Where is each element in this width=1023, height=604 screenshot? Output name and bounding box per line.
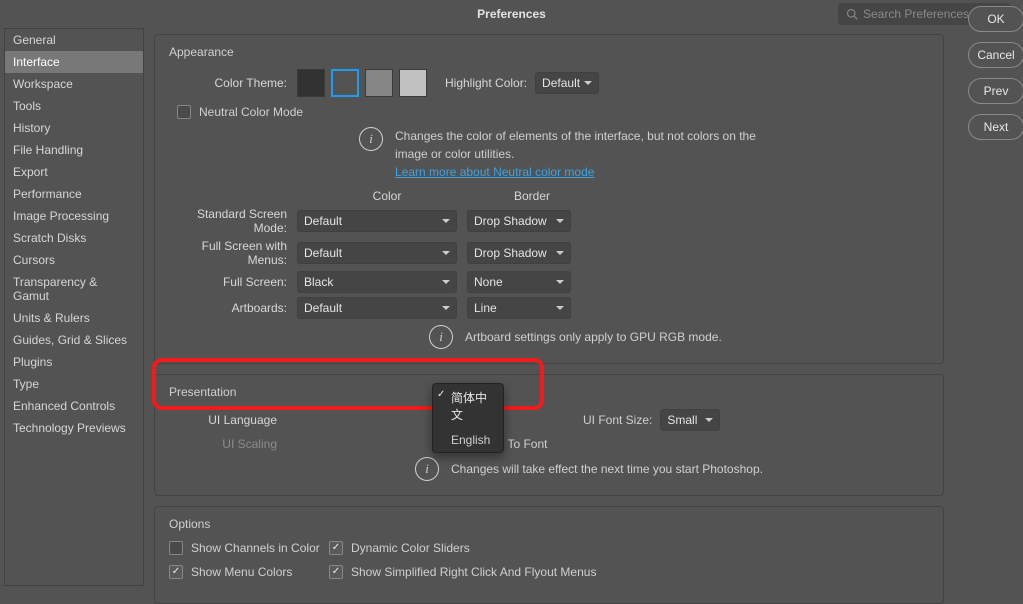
ui-language-option-en[interactable]: English bbox=[433, 428, 503, 452]
ui-language-dropdown-menu: 简体中文 English bbox=[432, 383, 504, 453]
column-header-color: Color bbox=[307, 189, 467, 203]
info-icon: i bbox=[415, 457, 439, 481]
next-button[interactable]: Next bbox=[968, 114, 1023, 140]
sidebar-item-export[interactable]: Export bbox=[5, 161, 143, 183]
show-channels-checkbox[interactable] bbox=[169, 541, 183, 555]
full-screen-label: Full Screen: bbox=[169, 275, 297, 289]
presentation-title: Presentation bbox=[169, 385, 929, 399]
sidebar-item-units-rulers[interactable]: Units & Rulers bbox=[5, 307, 143, 329]
restart-note: Changes will take effect the next time y… bbox=[451, 462, 763, 476]
preferences-sidebar: General Interface Workspace Tools Histor… bbox=[4, 28, 144, 586]
full-screen-menus-border-select[interactable]: Drop Shadow bbox=[467, 242, 571, 264]
window-title: Preferences bbox=[477, 7, 546, 21]
highlight-color-label: Highlight Color: bbox=[445, 76, 527, 90]
ok-button[interactable]: OK bbox=[968, 6, 1023, 32]
standard-screen-mode-label: Standard Screen Mode: bbox=[169, 207, 297, 235]
dialog-buttons: OK Cancel Prev Next bbox=[968, 0, 1023, 140]
sidebar-item-guides-grid-slices[interactable]: Guides, Grid & Slices bbox=[5, 329, 143, 351]
color-theme-swatches bbox=[297, 69, 427, 97]
search-icon bbox=[846, 8, 858, 20]
sidebar-item-performance[interactable]: Performance bbox=[5, 183, 143, 205]
theme-swatch-darkest[interactable] bbox=[297, 69, 325, 97]
show-menu-colors-label: Show Menu Colors bbox=[191, 565, 292, 579]
full-screen-menus-color-select[interactable]: Default bbox=[297, 242, 457, 264]
sidebar-item-type[interactable]: Type bbox=[5, 373, 143, 395]
sidebar-item-general[interactable]: General bbox=[5, 29, 143, 51]
color-theme-label: Color Theme: bbox=[169, 76, 297, 90]
artboards-border-select[interactable]: Line bbox=[467, 297, 571, 319]
ui-font-size-select[interactable]: Small bbox=[660, 409, 720, 431]
theme-swatch-medium[interactable] bbox=[365, 69, 393, 97]
ui-font-size-label: UI Font Size: bbox=[583, 413, 652, 427]
info-icon: i bbox=[429, 325, 453, 349]
titlebar: Preferences bbox=[0, 0, 1023, 28]
neutral-desc: Changes the color of elements of the int… bbox=[395, 127, 775, 163]
full-screen-color-select[interactable]: Black bbox=[297, 271, 457, 293]
standard-screen-border-select[interactable]: Drop Shadow bbox=[467, 210, 571, 232]
ui-scaling-label: UI Scaling bbox=[169, 437, 287, 451]
column-header-border: Border bbox=[477, 189, 587, 203]
theme-swatch-dark[interactable] bbox=[331, 69, 359, 97]
show-menu-colors-checkbox[interactable] bbox=[169, 565, 183, 579]
neutral-color-mode-label: Neutral Color Mode bbox=[199, 105, 303, 119]
appearance-title: Appearance bbox=[169, 45, 929, 59]
info-icon: i bbox=[359, 127, 383, 151]
sidebar-item-plugins[interactable]: Plugins bbox=[5, 351, 143, 373]
dynamic-sliders-checkbox[interactable] bbox=[329, 541, 343, 555]
sidebar-item-workspace[interactable]: Workspace bbox=[5, 73, 143, 95]
sidebar-item-history[interactable]: History bbox=[5, 117, 143, 139]
theme-swatch-light[interactable] bbox=[399, 69, 427, 97]
sidebar-item-tools[interactable]: Tools bbox=[5, 95, 143, 117]
sidebar-item-technology-previews[interactable]: Technology Previews bbox=[5, 417, 143, 439]
show-channels-label: Show Channels in Color bbox=[191, 541, 320, 555]
cancel-button[interactable]: Cancel bbox=[968, 42, 1023, 68]
sidebar-item-file-handling[interactable]: File Handling bbox=[5, 139, 143, 161]
sidebar-item-scratch-disks[interactable]: Scratch Disks bbox=[5, 227, 143, 249]
appearance-panel: Appearance Color Theme: Highlight Color:… bbox=[154, 34, 944, 364]
artboards-color-select[interactable]: Default bbox=[297, 297, 457, 319]
sidebar-item-image-processing[interactable]: Image Processing bbox=[5, 205, 143, 227]
neutral-learn-more-link[interactable]: Learn more about Neutral color mode bbox=[395, 165, 594, 179]
sidebar-item-transparency-gamut[interactable]: Transparency & Gamut bbox=[5, 271, 143, 307]
full-screen-border-select[interactable]: None bbox=[467, 271, 571, 293]
content-area: Appearance Color Theme: Highlight Color:… bbox=[144, 28, 1023, 592]
options-panel: Options Show Channels in Color Dynamic C… bbox=[154, 506, 944, 604]
simplified-menus-label: Show Simplified Right Click And Flyout M… bbox=[351, 565, 596, 579]
prev-button[interactable]: Prev bbox=[968, 78, 1023, 104]
ui-language-label: UI Language bbox=[169, 413, 287, 427]
options-title: Options bbox=[169, 517, 929, 531]
simplified-menus-checkbox[interactable] bbox=[329, 565, 343, 579]
standard-screen-color-select[interactable]: Default bbox=[297, 210, 457, 232]
dynamic-sliders-label: Dynamic Color Sliders bbox=[351, 541, 470, 555]
sidebar-item-cursors[interactable]: Cursors bbox=[5, 249, 143, 271]
presentation-panel: Presentation UI Language UI Font Size: S… bbox=[154, 374, 944, 496]
sidebar-item-enhanced-controls[interactable]: Enhanced Controls bbox=[5, 395, 143, 417]
highlight-color-select[interactable]: Default bbox=[535, 72, 599, 94]
sidebar-item-interface[interactable]: Interface bbox=[5, 51, 143, 73]
full-screen-menus-label: Full Screen with Menus: bbox=[169, 239, 297, 267]
neutral-color-mode-checkbox[interactable] bbox=[177, 105, 191, 119]
artboard-note: Artboard settings only apply to GPU RGB … bbox=[465, 330, 722, 344]
artboards-label: Artboards: bbox=[169, 301, 297, 315]
ui-language-option-zh[interactable]: 简体中文 bbox=[433, 384, 503, 428]
